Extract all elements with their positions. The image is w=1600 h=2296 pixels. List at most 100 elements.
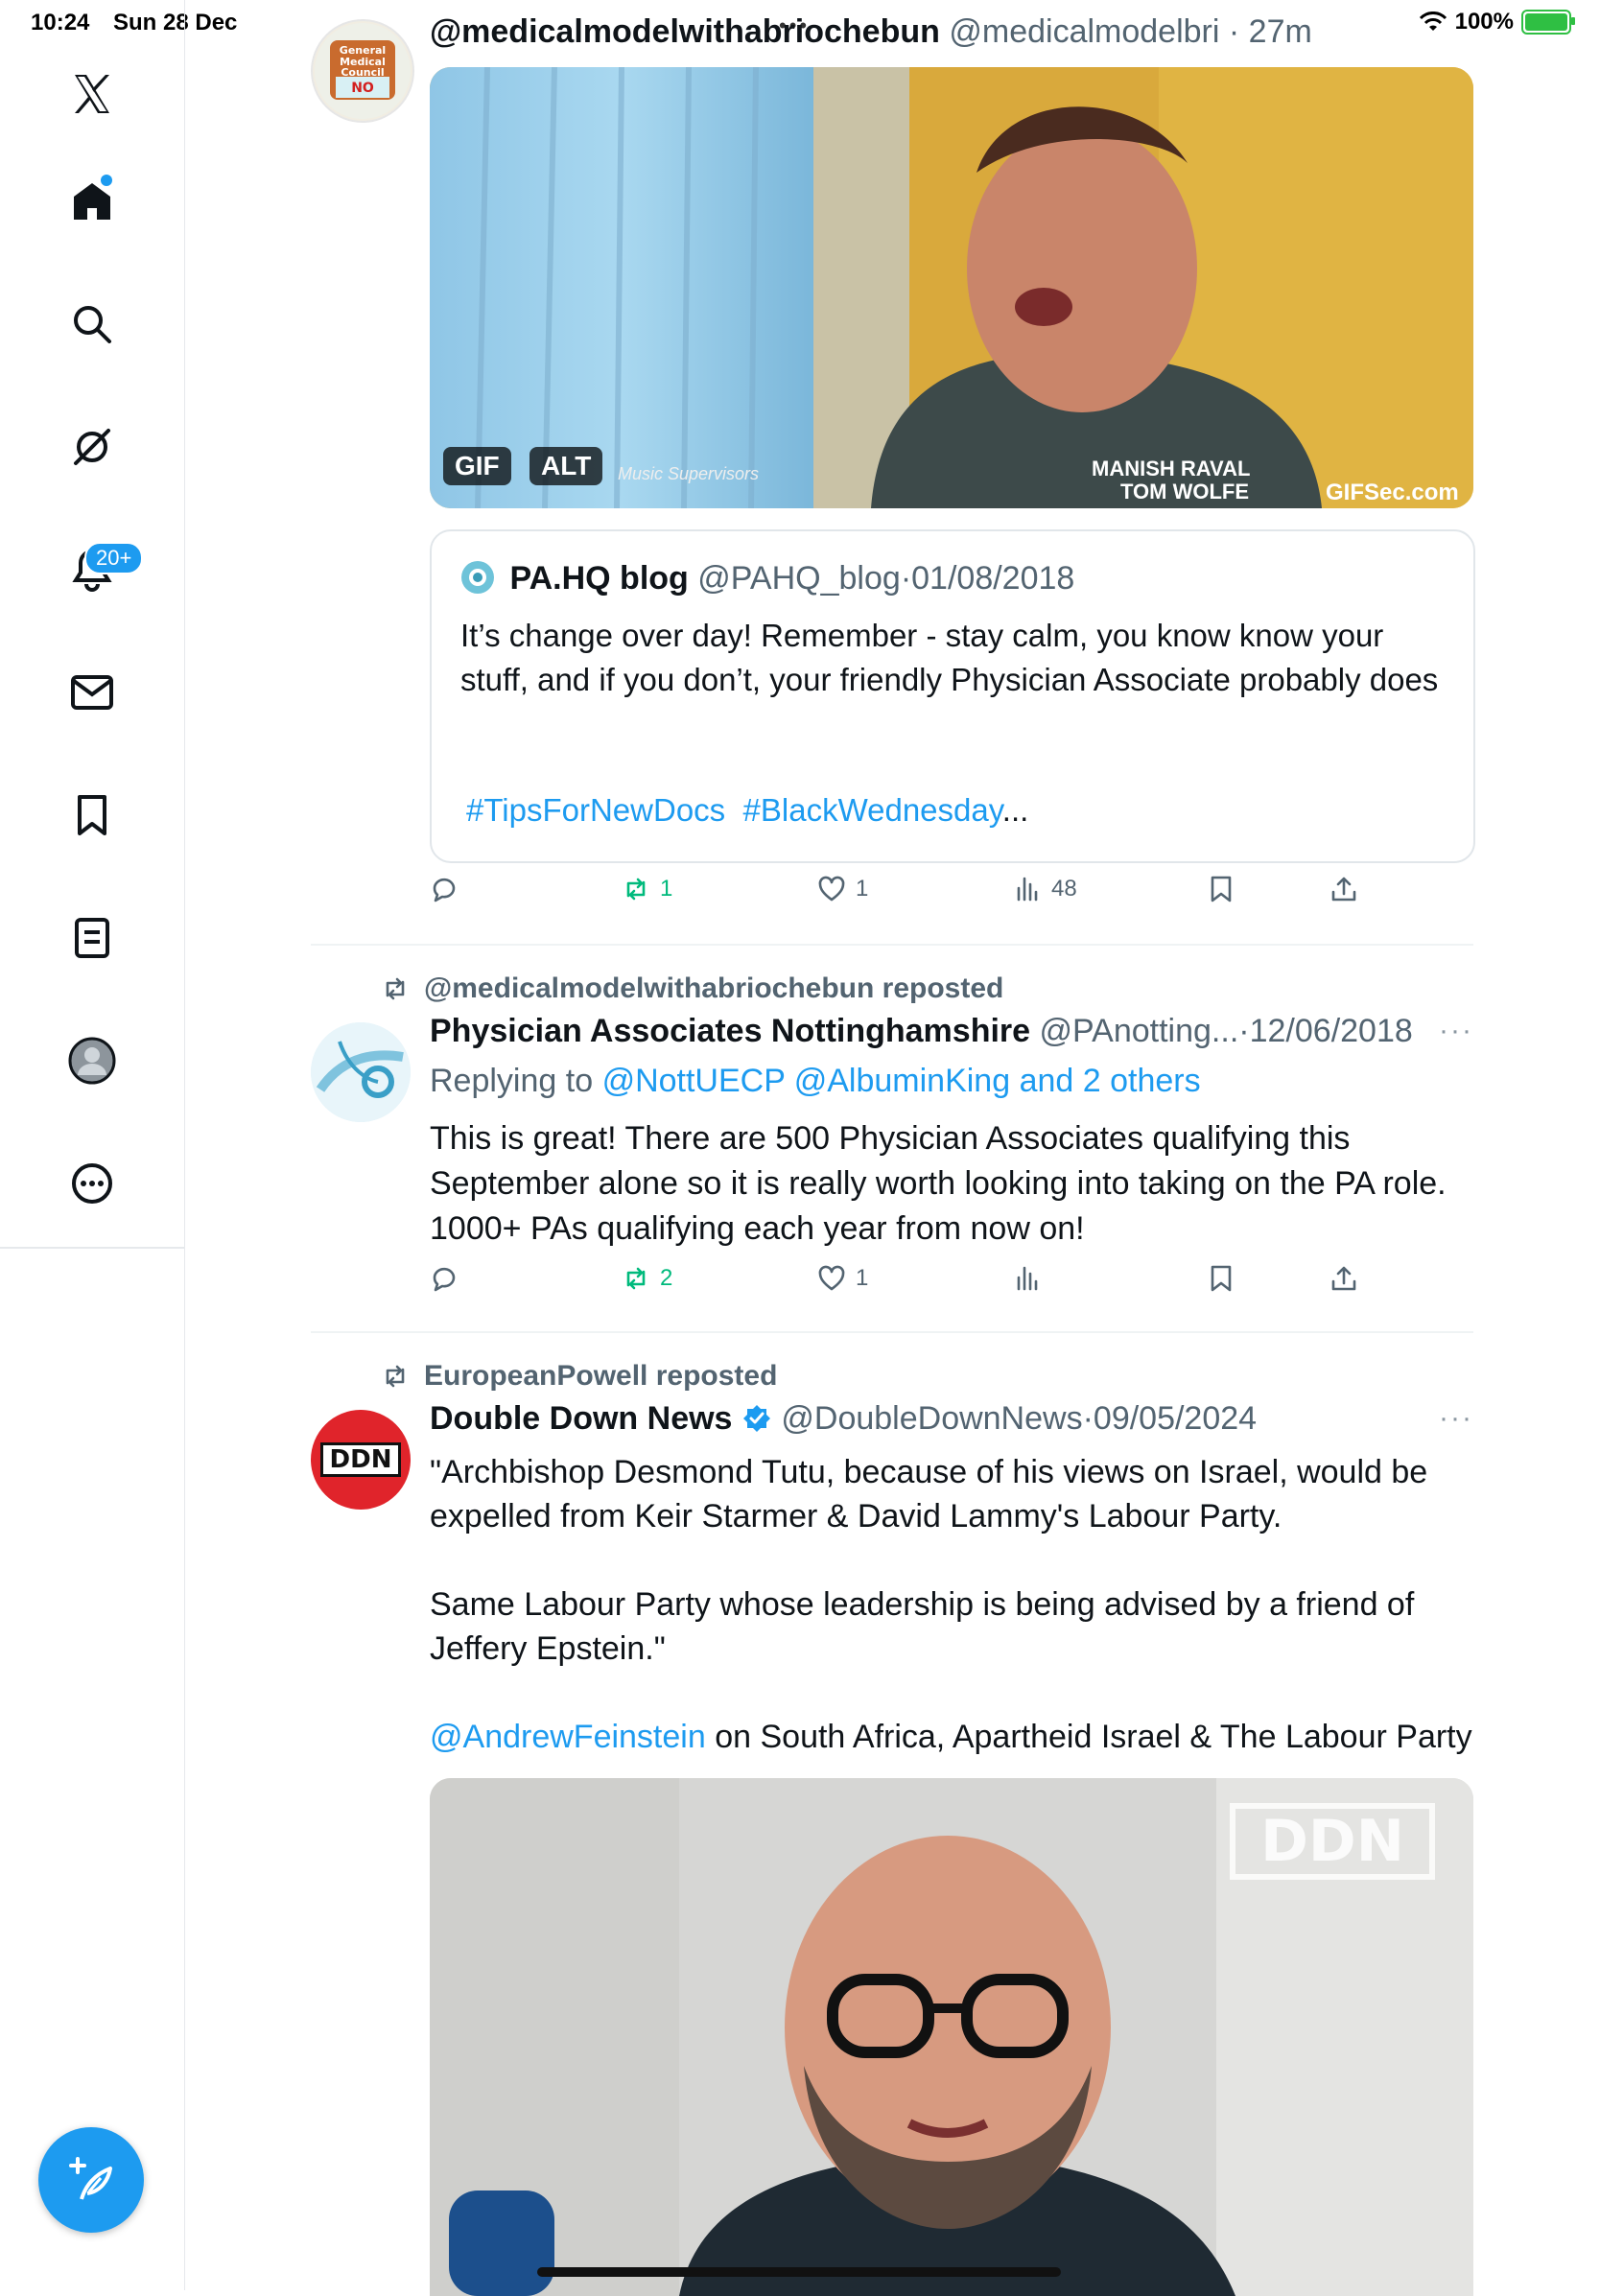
tweet-text-p2: Same Labour Party whose leadership is be…	[430, 1586, 1415, 1667]
more-icon[interactable]	[63, 1155, 121, 1212]
reply-targets-link[interactable]: @NottUECP @AlbuminKing and 2 others	[602, 1063, 1201, 1099]
video-watermark: DDN	[1260, 1808, 1404, 1875]
lists-icon[interactable]	[63, 909, 121, 967]
repost-by-label[interactable]: EuropeanPowell reposted	[424, 1360, 777, 1393]
home-indicator[interactable]	[537, 2267, 1061, 2277]
like-count: 1	[856, 1265, 869, 1291]
repost-icon	[386, 1365, 405, 1388]
more-options-icon[interactable]: ···	[1439, 1402, 1473, 1435]
tweet-actions: 1 1 48	[430, 875, 1389, 923]
repost-button[interactable]: 1	[622, 875, 672, 903]
handle[interactable]: @PAnotting...	[1040, 1013, 1239, 1049]
repost-indicator: EuropeanPowell reposted	[380, 1360, 777, 1393]
svg-text:Council: Council	[341, 66, 384, 79]
reply-button[interactable]	[430, 1264, 468, 1293]
avatar-logo-text: DDN	[329, 1445, 392, 1474]
heart-icon	[818, 876, 845, 902]
repost-icon	[626, 878, 646, 901]
views-button[interactable]: 48	[1013, 875, 1077, 903]
hashtag-link[interactable]: #TipsForNewDocs	[466, 792, 725, 828]
tweet-header: Double Down News @DoubleDownNews·09/05/2…	[430, 1400, 1258, 1437]
quote-avatar-icon	[461, 561, 494, 594]
gif-watermark: GIFSec.com	[1326, 480, 1459, 505]
repost-indicator: @medicalmodelwithabriochebun reposted	[380, 972, 1003, 1005]
tweet-header: @medicalmodelwithabriochebun @medicalmod…	[430, 13, 1312, 50]
bookmark-button[interactable]	[1207, 1264, 1235, 1293]
compose-button[interactable]	[38, 2127, 144, 2233]
x-logo-icon[interactable]	[63, 65, 121, 123]
share-icon	[1331, 1266, 1356, 1291]
repost-icon	[386, 977, 405, 1000]
notifications-badge: 20+	[84, 542, 144, 574]
sidebar: 20+	[0, 0, 185, 2290]
reply-icon	[433, 1267, 456, 1292]
bookmarks-icon[interactable]	[63, 786, 121, 844]
timestamp[interactable]: 09/05/2024	[1094, 1400, 1257, 1437]
views-button[interactable]	[1013, 1264, 1051, 1293]
share-icon	[1331, 877, 1356, 902]
tweet-header: Physician Associates Nottinghamshire @PA…	[430, 1013, 1413, 1049]
wifi-icon	[1419, 12, 1447, 31]
alt-badge[interactable]: ALT	[529, 447, 603, 485]
quote-tweet[interactable]: PA.HQ blog @PAHQ_blog·01/08/2018 It’s ch…	[430, 529, 1475, 863]
quote-header: PA.HQ blog @PAHQ_blog·01/08/2018	[460, 560, 1074, 597]
timestamp[interactable]: 27m	[1249, 13, 1312, 50]
share-button[interactable]	[1329, 1264, 1358, 1293]
repost-count: 2	[660, 1265, 673, 1291]
bookmark-icon	[1211, 1265, 1232, 1292]
view-count: 48	[1051, 876, 1077, 902]
quote-date: 01/08/2018	[911, 560, 1075, 597]
truncation-ellipsis: ...	[1001, 792, 1029, 828]
timestamp[interactable]: 12/06/2018	[1250, 1013, 1413, 1049]
verified-badge-icon	[742, 1405, 770, 1432]
tweet-divider	[311, 1331, 1473, 1333]
display-name[interactable]: Physician Associates Nottinghamshire	[430, 1013, 1030, 1049]
repost-icon	[626, 1267, 646, 1290]
quote-text: It’s change over day! Remember - stay ca…	[460, 618, 1439, 697]
gif-caption-name2: TOM WOLFE	[1120, 480, 1250, 504]
tweet-text-p1: "Archbishop Desmond Tutu, because of his…	[430, 1454, 1428, 1535]
quote-hashtags: #TipsForNewDocs #BlackWednesday...	[466, 792, 1028, 829]
search-icon[interactable]	[63, 295, 121, 353]
display-name[interactable]: Double Down News	[430, 1400, 732, 1437]
hashtag-link[interactable]: #BlackWednesday	[743, 792, 1002, 828]
gif-caption-name1: MANISH RAVAL	[1092, 457, 1251, 480]
tweet-text-p3: on South Africa, Apartheid Israel & The …	[705, 1719, 1472, 1755]
status-right: 100%	[1419, 9, 1575, 35]
like-count: 1	[856, 876, 869, 902]
bookmark-icon	[1211, 876, 1232, 902]
tweet-gif[interactable]: GIF ALT Music Supervisors MANISH RAVAL T…	[430, 67, 1473, 508]
tweet-avatar[interactable]: DDN	[311, 1410, 411, 1510]
home-unread-dot	[101, 175, 112, 186]
repost-by-label[interactable]: @medicalmodelwithabriochebun reposted	[424, 972, 1003, 1005]
tweet-actions: 2 1	[430, 1264, 1389, 1312]
gif-caption-left: Music Supervisors	[618, 464, 760, 483]
messages-icon[interactable]	[63, 664, 121, 721]
like-button[interactable]: 1	[817, 1264, 868, 1293]
compose-icon	[69, 2157, 112, 2200]
grok-icon[interactable]	[63, 418, 121, 476]
repost-count: 1	[660, 876, 673, 902]
bookmark-button[interactable]	[1207, 875, 1235, 903]
handle[interactable]: @medicalmodelbri	[949, 13, 1219, 50]
like-button[interactable]: 1	[817, 875, 868, 903]
more-options-icon[interactable]: ···	[1439, 1015, 1473, 1047]
quote-handle: @PAHQ_blog	[697, 560, 901, 597]
mention-link[interactable]: @AndrewFeinstein	[430, 1719, 706, 1755]
reply-icon	[433, 878, 456, 902]
svg-text:NO: NO	[351, 81, 374, 96]
heart-icon	[818, 1265, 845, 1291]
home-icon[interactable]	[63, 173, 121, 230]
display-name[interactable]: @medicalmodelwithabriochebun	[430, 13, 940, 50]
tweet-divider	[311, 944, 1473, 946]
repost-button[interactable]: 2	[622, 1264, 672, 1293]
handle[interactable]: @DoubleDownNews	[781, 1400, 1082, 1437]
tweet-avatar[interactable]: General Medical Council NO	[311, 19, 414, 123]
profile-icon[interactable]	[63, 1032, 121, 1089]
tweet-video[interactable]: DDN	[430, 1778, 1473, 2296]
reply-button[interactable]	[430, 875, 468, 903]
quote-name: PA.HQ blog	[509, 560, 689, 597]
tweet-avatar[interactable]	[311, 1022, 411, 1122]
share-button[interactable]	[1329, 875, 1358, 903]
gif-badge: GIF	[443, 447, 511, 485]
